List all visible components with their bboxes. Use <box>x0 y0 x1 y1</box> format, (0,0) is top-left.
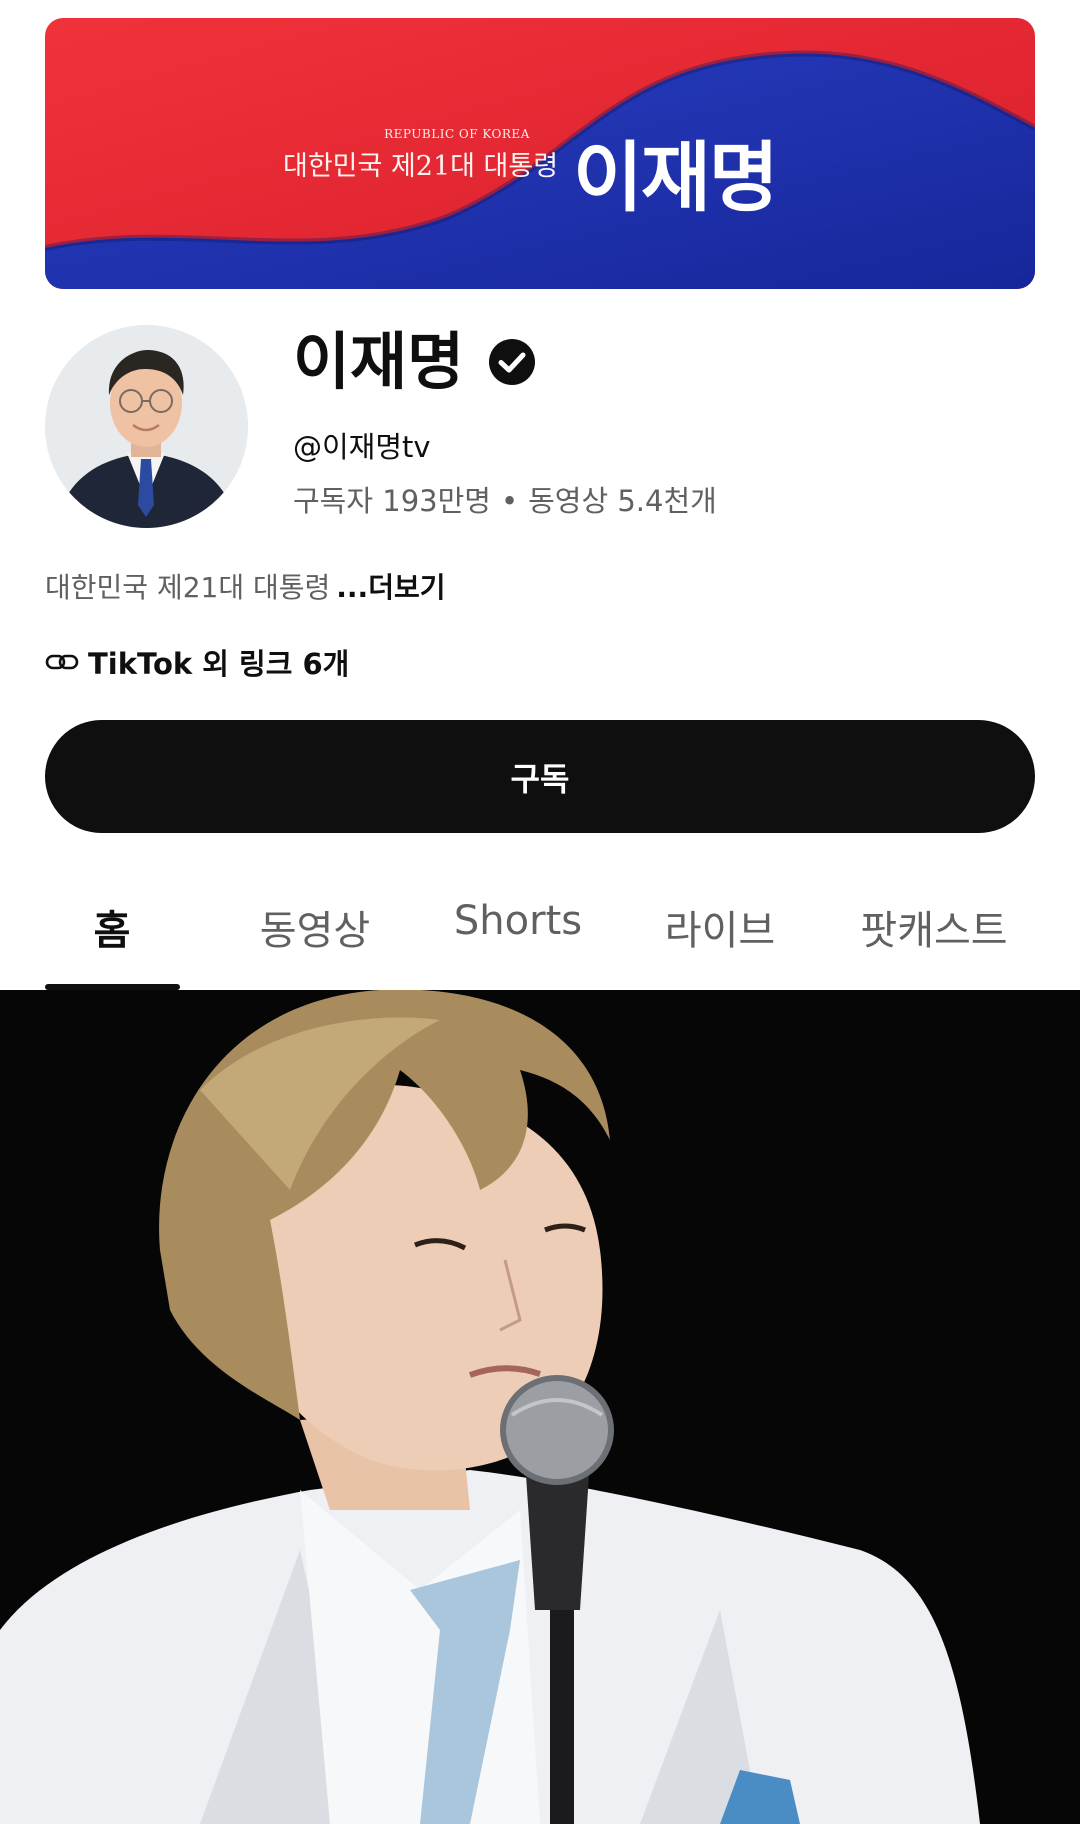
tab-live[interactable]: 라이브 <box>665 898 775 956</box>
channel-page: REPUBLIC OF KOREA 대한민국 제21대 대통령 이재명 이재명 … <box>0 0 1080 1824</box>
banner-country-label: REPUBLIC OF KOREA <box>384 127 530 141</box>
featured-video-thumbnail[interactable] <box>0 990 1080 1824</box>
description-text: 대한민국 제21대 대통령 <box>45 571 331 604</box>
link-icon <box>45 654 79 670</box>
tab-home[interactable]: 홈 <box>94 898 131 956</box>
channel-banner: REPUBLIC OF KOREA 대한민국 제21대 대통령 이재명 <box>45 18 1035 289</box>
avatar-image <box>45 325 248 528</box>
channel-description[interactable]: 대한민국 제21대 대통령 ...더보기 <box>45 566 445 606</box>
stats-separator: • <box>500 484 519 518</box>
channel-stats: 구독자 193만명 • 동영상 5.4천개 <box>293 478 717 520</box>
subscriber-count: 구독자 193만명 <box>293 484 491 518</box>
video-thumbnail-image <box>0 990 1080 1824</box>
channel-name-text: 이재명 <box>293 325 465 398</box>
channel-links[interactable]: TikTok 외 링크 6개 <box>45 641 349 683</box>
channel-tabs: 홈 동영상 Shorts 라이브 팟캐스트 <box>0 880 1080 990</box>
subscribe-button[interactable]: 구독 <box>45 720 1035 833</box>
more-button[interactable]: ...더보기 <box>336 571 445 604</box>
video-count: 동영상 5.4천개 <box>528 484 717 518</box>
banner-name: 이재명 <box>573 133 779 222</box>
links-label: TikTok 외 링크 6개 <box>88 647 350 681</box>
channel-avatar[interactable] <box>45 325 248 528</box>
banner-subtitle: 대한민국 제21대 대통령 <box>283 151 559 182</box>
tab-shorts[interactable]: Shorts <box>454 898 582 944</box>
tab-podcasts[interactable]: 팟캐스트 <box>860 898 1007 956</box>
tab-videos[interactable]: 동영상 <box>260 898 370 956</box>
channel-handle: @이재명tv <box>293 430 431 464</box>
verified-check-icon <box>489 339 536 385</box>
channel-name: 이재명 <box>293 322 536 402</box>
